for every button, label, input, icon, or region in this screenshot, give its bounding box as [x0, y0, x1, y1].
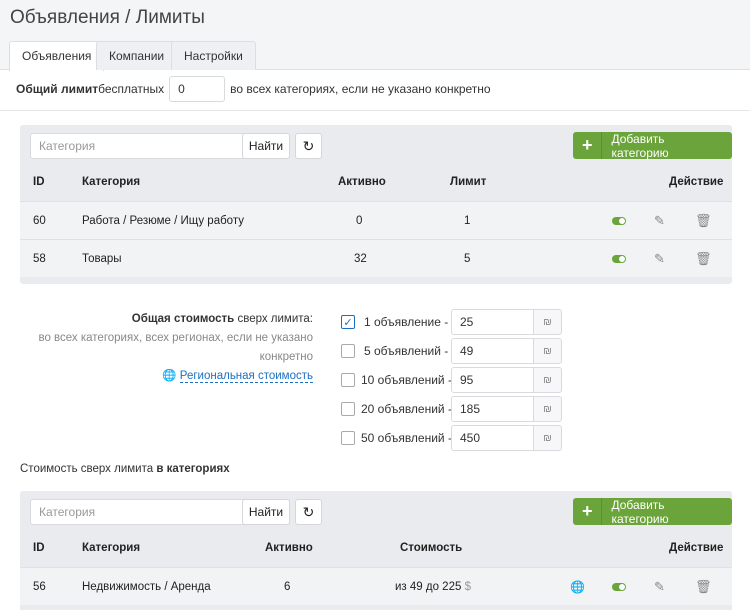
trash-icon[interactable]: 🗑 [695, 214, 712, 228]
cost-title-bold: Общая стоимость [131, 313, 235, 325]
checkbox-1[interactable]: ✓ [341, 315, 355, 329]
find-button[interactable]: Найти [242, 499, 290, 525]
toggle-icon[interactable] [612, 217, 626, 225]
price-input-group: 95 ₪ [451, 367, 562, 393]
price-input-1[interactable]: 25 [451, 309, 533, 335]
divider [0, 110, 750, 111]
refresh-icon[interactable]: ↻ [295, 133, 322, 159]
column-header-action: Действие [669, 176, 724, 188]
trash-icon[interactable]: 🗑 [695, 580, 712, 594]
column-header-active: Активно [338, 176, 386, 188]
table-row: 58 Товары 32 5 ✎ 🗑 [20, 239, 732, 277]
currency-icon: ₪ [533, 338, 562, 364]
price-input-5[interactable]: 49 [451, 338, 533, 364]
column-header-action: Действие [669, 542, 724, 554]
checkbox-20[interactable] [341, 402, 355, 416]
tab-ads[interactable]: Объявления [9, 41, 105, 71]
row-id: 56 [33, 581, 46, 593]
page-header: Объявления / Лимиты Объявления Компании … [0, 0, 750, 71]
page-title: Объявления / Лимиты [10, 7, 205, 28]
add-category-button[interactable]: + Добавить категорию [573, 132, 732, 160]
cost-option-5: 5 объявлений - [341, 338, 448, 364]
column-header-active: Активно [265, 542, 313, 554]
globe-icon: 🌐 [162, 370, 177, 382]
column-header-category: Категория [82, 542, 141, 554]
cost-option-1: ✓ 1 объявление - [341, 309, 448, 335]
row-active: 0 [356, 215, 363, 227]
plus-icon: + [573, 132, 603, 159]
edit-icon[interactable]: ✎ [654, 214, 665, 228]
row-limit: 5 [464, 253, 471, 265]
cost-option-label: 1 объявление - [364, 315, 449, 329]
trash-icon[interactable]: 🗑 [695, 252, 712, 266]
edit-icon[interactable]: ✎ [654, 252, 665, 266]
general-limit-hint: во всех категориях, если не указано конк… [230, 82, 491, 96]
cost-option-20: 20 объявлений - [341, 396, 452, 422]
toggle-icon[interactable] [612, 583, 626, 591]
row-id: 60 [33, 215, 46, 227]
general-limit-row: Общий лимит бесплатных 0 во всех категор… [16, 76, 491, 102]
cost-option-label: 50 объявлений - [361, 431, 452, 445]
table-row: 56 Недвижимость / Аренда 6 из 49 до 225 … [20, 567, 732, 605]
cost-description: Общая стоимость сверх лимита: во всех ка… [38, 310, 313, 386]
cost-option-label: 20 объявлений - [361, 402, 452, 416]
toggle-icon[interactable] [612, 255, 626, 263]
currency-icon: ₪ [533, 396, 562, 422]
cost-desc-line2: конкретно [259, 351, 313, 363]
plus-icon: + [573, 498, 603, 525]
price-input-10[interactable]: 95 [451, 367, 533, 393]
find-button[interactable]: Найти [242, 133, 290, 159]
cost-desc-line1: во всех категориях, всех регионах, если … [38, 332, 313, 344]
checkbox-10[interactable] [341, 373, 355, 387]
row-category: Товары [82, 253, 122, 265]
price-input-group: 450 ₪ [451, 425, 562, 451]
tab-companies[interactable]: Компании [96, 41, 178, 70]
globe-icon[interactable]: 🌐 [570, 580, 585, 594]
row-category: Недвижимость / Аренда [82, 581, 211, 593]
cost-option-label: 5 объявлений - [364, 344, 449, 358]
cost-option-label: 10 объявлений - [361, 373, 452, 387]
price-input-group: 25 ₪ [451, 309, 562, 335]
row-limit: 1 [464, 215, 471, 227]
price-input-group: 49 ₪ [451, 338, 562, 364]
add-category-button[interactable]: + Добавить категорию [573, 498, 732, 526]
column-header-limit: Лимит [450, 176, 487, 188]
price-input-group: 185 ₪ [451, 396, 562, 422]
general-limit-text: бесплатных [98, 82, 165, 96]
dollar-icon: $ [464, 581, 471, 593]
category-search-input[interactable]: Категория [30, 133, 252, 159]
limits-panel: Категория Найти ↻ + Добавить категорию ID… [20, 125, 732, 284]
cost-title-rest: сверх лимита: [234, 313, 313, 325]
category-cost-heading: Стоимость сверх лимита в категориях [20, 463, 230, 475]
currency-icon: ₪ [533, 425, 562, 451]
currency-icon: ₪ [533, 367, 562, 393]
category-cost-panel: Категория Найти ↻ + Добавить категорию ID… [20, 491, 732, 610]
row-cost: из 49 до 225 $ [395, 581, 471, 593]
row-id: 58 [33, 253, 46, 265]
column-header-cost: Стоимость [400, 542, 463, 554]
tab-settings[interactable]: Настройки [171, 41, 256, 70]
row-active: 6 [284, 581, 291, 593]
cost-option-10: 10 объявлений - [341, 367, 452, 393]
regional-cost-link[interactable]: Региональная стоимость [179, 370, 313, 383]
checkbox-50[interactable] [341, 431, 355, 445]
price-input-20[interactable]: 185 [451, 396, 533, 422]
column-header-id: ID [33, 542, 45, 554]
general-limit-input[interactable]: 0 [169, 76, 226, 102]
currency-icon: ₪ [533, 309, 562, 335]
row-active: 32 [354, 253, 367, 265]
edit-icon[interactable]: ✎ [654, 580, 665, 594]
category-search-input[interactable]: Категория [30, 499, 252, 525]
table-row: 60 Работа / Резюме / Ищу работу 0 1 ✎ 🗑 [20, 201, 732, 239]
column-header-id: ID [33, 176, 45, 188]
general-limit-label: Общий лимит [16, 82, 99, 96]
refresh-icon[interactable]: ↻ [295, 499, 322, 525]
price-input-50[interactable]: 450 [451, 425, 533, 451]
row-category: Работа / Резюме / Ищу работу [82, 215, 244, 227]
cost-option-50: 50 объявлений - [341, 425, 452, 451]
column-header-category: Категория [82, 176, 141, 188]
checkbox-5[interactable] [341, 344, 355, 358]
